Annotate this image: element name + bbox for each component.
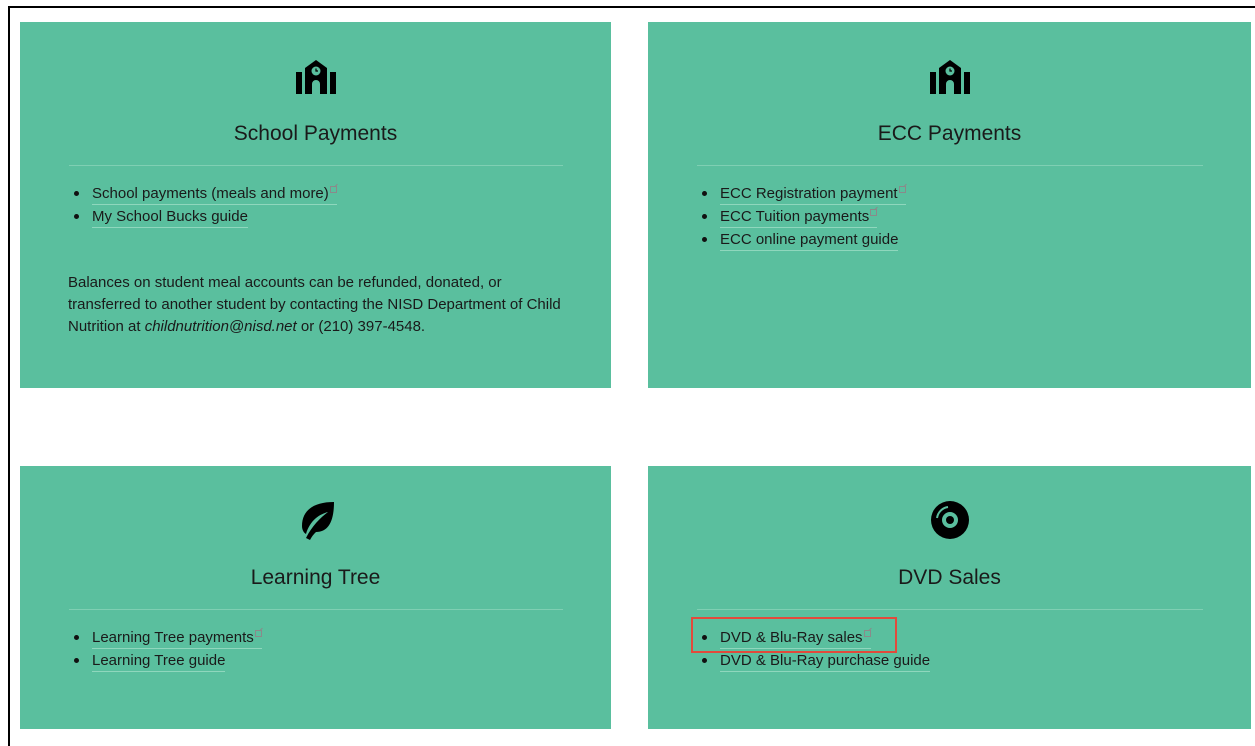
dvd-bluray-sales-link[interactable]: DVD & Blu-Ray sales [720,628,871,649]
link-list: DVD & Blu-Ray sales DVD & Blu-Ray purcha… [701,628,931,674]
list-item: DVD & Blu-Ray sales [701,628,930,651]
card-title: ECC Payments [877,122,1022,145]
divider [69,609,563,610]
divider [69,165,563,166]
list-item: DVD & Blu-Ray purchase guide [701,651,931,674]
list-item: My School Bucks guide [73,207,337,230]
list-item: School payments (meals and more) [73,184,337,207]
card-title: Learning Tree [250,566,381,589]
card-title: School Payments [233,122,398,145]
external-link-icon [870,209,878,216]
list-item: ECC Tuition payments [701,207,906,230]
ecc-tuition-payments-link[interactable]: ECC Tuition payments [720,207,878,228]
refund-note: Balances on student meal accounts can be… [68,274,561,335]
dvd-bluray-purchase-guide-link[interactable]: DVD & Blu-Ray purchase guide [720,651,931,672]
disc-icon [930,501,969,539]
link-list: ECC Registration payment ECC Tuition pay… [701,184,906,253]
learning-tree-guide-link[interactable]: Learning Tree guide [92,651,226,672]
list-item: Learning Tree guide [73,651,262,674]
list-item: ECC Registration payment [701,184,906,207]
list-item: ECC online payment guide [701,230,906,253]
leaf-icon [301,502,334,540]
divider [697,165,1203,166]
card-school-payments: School Payments School payments (meals a… [20,22,611,388]
school-payments-link[interactable]: School payments (meals and more) [92,184,337,205]
external-link-icon [863,630,871,637]
my-school-bucks-guide-link[interactable]: My School Bucks guide [92,207,248,228]
link-list: School payments (meals and more) My Scho… [73,184,337,230]
card-learning-tree: Learning Tree Learning Tree payments Lea… [20,466,611,729]
card-ecc-payments: ECC Payments ECC Registration payment EC… [648,22,1251,388]
learning-tree-payments-link[interactable]: Learning Tree payments [92,628,262,649]
school-icon [295,60,336,94]
card-dvd-sales: DVD Sales DVD & Blu-Ray sales DVD & Blu-… [648,466,1251,729]
external-link-icon [898,186,906,193]
external-link-icon [329,186,337,193]
divider [697,609,1203,610]
link-list: Learning Tree payments Learning Tree gui… [73,628,262,674]
ecc-registration-payment-link[interactable]: ECC Registration payment [720,184,906,205]
ecc-online-payment-guide-link[interactable]: ECC online payment guide [720,230,899,251]
school-icon [929,60,970,94]
external-link-icon [254,630,262,637]
card-title: DVD Sales [898,566,1001,589]
email-text: childnutrition@nisd.net [144,318,297,335]
list-item: Learning Tree payments [73,628,262,651]
